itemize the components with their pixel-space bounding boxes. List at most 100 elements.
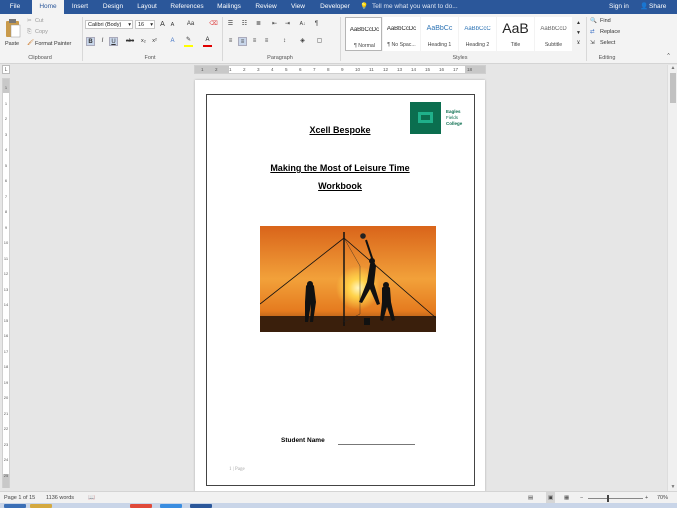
text-effects-icon[interactable]: A: [168, 37, 177, 46]
status-bar: Page 1 of 15 1136 words 📖 ▤ ▣ ▦ − + 70%: [0, 491, 677, 504]
taskbar-app[interactable]: [190, 504, 212, 508]
sign-in-link[interactable]: Sign in: [609, 0, 629, 14]
vertical-ruler[interactable]: 1 1 2 3 4 5 6 7 8 9 10 11 12 13 14 15 16 17 18 19 20 21 22 23 24…: [2, 78, 10, 488]
replace-button[interactable]: Replace: [600, 29, 620, 35]
tab-references[interactable]: References: [166, 0, 208, 14]
style-normal[interactable]: AaBbCcDc ¶ Normal: [345, 17, 382, 51]
page-footer: 1 | Page: [229, 467, 245, 472]
bullets-icon[interactable]: ☰: [226, 20, 235, 29]
ruler-tick-label: 13: [397, 67, 403, 72]
line-spacing-icon[interactable]: ↕: [280, 37, 289, 46]
align-left-icon[interactable]: ≡: [226, 37, 235, 46]
ruler-tick-label: 8: [4, 209, 8, 214]
style-no-spacing[interactable]: AaBbCcDc ¶ No Spac...: [383, 17, 420, 51]
student-name-line[interactable]: [338, 444, 415, 445]
ruler-tick-label: 15: [3, 317, 9, 323]
highlight-icon[interactable]: ✎: [184, 36, 193, 45]
borders-icon[interactable]: ▢: [315, 37, 324, 46]
cut-button[interactable]: Cut: [35, 18, 44, 24]
style-sample: AaBbCcDc: [386, 26, 417, 32]
font-size-select[interactable]: 16 ▾: [135, 20, 155, 29]
tab-layout[interactable]: Layout: [132, 0, 162, 14]
show-formatting-button[interactable]: ¶: [312, 20, 321, 29]
styles-more-icon[interactable]: ⊻: [574, 39, 583, 48]
separator: [340, 17, 341, 61]
style-subtitle[interactable]: AaBbCcD Subtitle: [535, 17, 572, 51]
tell-me-box[interactable]: Tell me what you want to do...: [372, 0, 458, 14]
tab-home[interactable]: Home: [32, 0, 64, 14]
paste-button[interactable]: Paste: [3, 17, 23, 51]
underline-button[interactable]: U: [109, 37, 118, 46]
ruler-tick-label: 17: [453, 67, 459, 72]
tab-selector[interactable]: L: [2, 65, 10, 74]
format-painter-icon: 🖌: [27, 40, 34, 46]
superscript-button[interactable]: x²: [150, 37, 159, 46]
share-button[interactable]: Share: [649, 0, 666, 14]
chevron-down-icon: ▾: [128, 22, 131, 28]
ruler-tick-label: 7: [313, 67, 316, 72]
tab-view[interactable]: View: [285, 0, 311, 14]
ruler-tick-label: 8: [327, 67, 330, 72]
decrease-indent-icon[interactable]: ⇤: [270, 20, 279, 29]
logo-line-2: Fields: [446, 115, 459, 120]
shading-icon[interactable]: ◈: [298, 37, 307, 46]
bold-button[interactable]: B: [86, 37, 95, 46]
multilevel-list-icon[interactable]: ≣: [254, 20, 263, 29]
home-ribbon: Paste ✂ Cut ⎘ Copy 🖌 Format Painter Clip…: [0, 14, 677, 64]
strikethrough-button[interactable]: abc: [123, 37, 137, 46]
format-painter-button[interactable]: Format Painter: [35, 41, 71, 47]
align-center-icon[interactable]: ≡: [238, 37, 247, 46]
style-heading-2[interactable]: AaBbCcC Heading 2: [459, 17, 496, 51]
shrink-font-button[interactable]: A: [168, 21, 177, 30]
ruler-tick-label: 24: [3, 457, 9, 462]
style-name: Heading 1: [427, 42, 452, 48]
grow-font-button[interactable]: A: [158, 20, 167, 29]
zoom-slider-thumb[interactable]: [607, 495, 609, 502]
tab-design[interactable]: Design: [98, 0, 128, 14]
style-name: Subtitle: [544, 42, 563, 48]
align-right-icon[interactable]: ≡: [250, 37, 259, 46]
font-size-value: 16: [138, 22, 145, 28]
italic-button[interactable]: I: [98, 37, 107, 46]
taskbar-app[interactable]: [160, 504, 182, 508]
collapse-ribbon-icon[interactable]: ^: [664, 52, 673, 61]
ruler-tick-label: 20: [3, 395, 9, 400]
taskbar-app[interactable]: [130, 504, 152, 508]
beach-volleyball-photo[interactable]: [260, 226, 436, 332]
increase-indent-icon[interactable]: ⇥: [283, 20, 292, 29]
justify-icon[interactable]: ≡: [262, 37, 271, 46]
find-button[interactable]: Find: [600, 18, 611, 24]
cut-icon: ✂: [27, 18, 32, 24]
numbering-icon[interactable]: ☷: [240, 20, 249, 29]
taskbar-app[interactable]: [30, 504, 52, 508]
styles-scroll-up-icon[interactable]: ▲: [574, 19, 583, 28]
ruler-tick-label: 1: [4, 100, 8, 106]
horizontal-ruler[interactable]: 1 2 1 2 3 4 5 6 7 8 9 10 11 12 13 14 15 16 17 18: [194, 65, 486, 74]
font-name-select[interactable]: Calibri (Body) ▾: [85, 20, 133, 29]
scroll-up-icon[interactable]: ▲: [668, 65, 677, 72]
taskbar-app[interactable]: [4, 504, 26, 508]
styles-scroll-down-icon[interactable]: ▼: [574, 29, 583, 38]
font-color-icon[interactable]: A: [203, 36, 212, 45]
style-heading-1[interactable]: AaBbCc Heading 1: [421, 17, 458, 51]
tab-insert[interactable]: Insert: [66, 0, 94, 14]
subscript-button[interactable]: x₂: [139, 37, 148, 46]
font-group-label: Font: [144, 55, 156, 61]
vertical-scrollbar[interactable]: ▲ ▼: [667, 65, 677, 491]
tab-file[interactable]: File: [2, 0, 28, 14]
scroll-thumb[interactable]: [670, 73, 676, 103]
clear-formatting-icon[interactable]: ⌫: [209, 20, 218, 29]
tab-developer[interactable]: Developer: [315, 0, 355, 14]
style-title[interactable]: AaB Title: [497, 17, 534, 51]
tab-review[interactable]: Review: [250, 0, 282, 14]
change-case-button[interactable]: Aa: [184, 20, 197, 29]
ruler-tick-label: 11: [3, 255, 9, 261]
document-page[interactable]: Eagles Fields College Xcell Bespoke Maki…: [195, 80, 485, 492]
sort-button[interactable]: A↓: [298, 20, 307, 29]
scroll-down-icon[interactable]: ▼: [668, 484, 677, 491]
zoom-slider[interactable]: [588, 498, 643, 499]
styles-group-label: Styles: [452, 55, 468, 61]
tab-mailings[interactable]: Mailings: [212, 0, 246, 14]
select-button[interactable]: Select: [600, 40, 615, 46]
copy-button[interactable]: Copy: [35, 29, 48, 35]
